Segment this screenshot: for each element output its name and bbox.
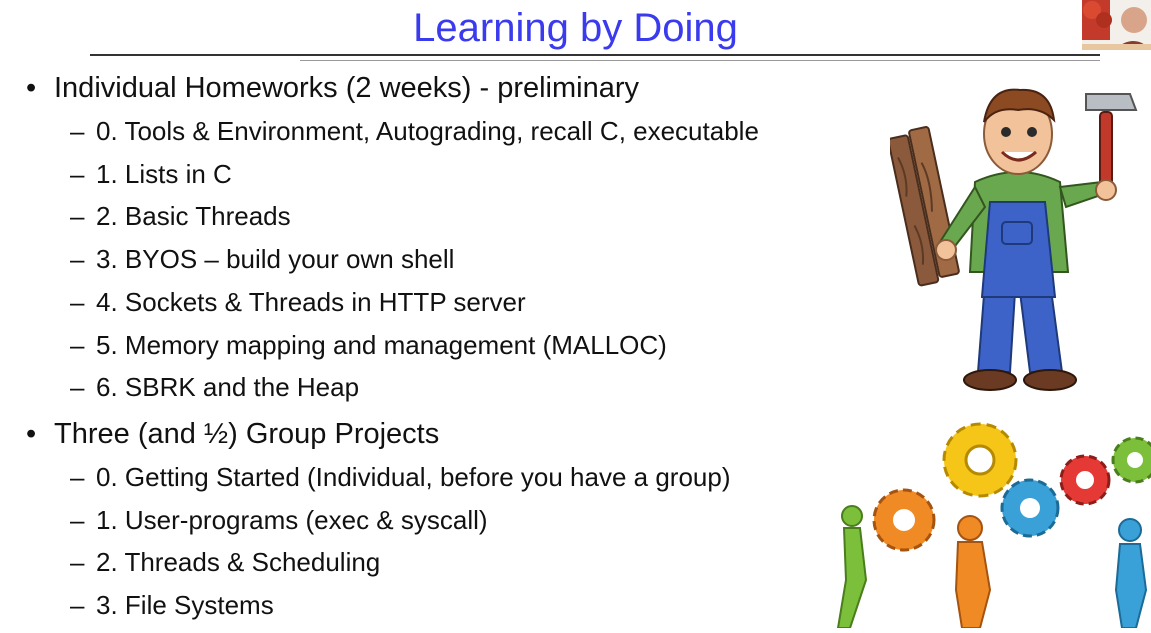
gears-teamwork-illustration: [830, 420, 1151, 629]
list-item: –3. File Systems: [70, 590, 274, 620]
list-item: –2. Basic Threads: [70, 201, 291, 231]
carpenter-illustration: [887, 72, 1140, 402]
list-item: –0. Tools & Environment, Autograding, re…: [70, 116, 759, 146]
section-heading-projects: • Three (and ½) Group Projects: [26, 418, 440, 450]
section-heading-text: Individual Homeworks (2 weeks) - prelimi…: [54, 72, 640, 104]
list-item: –6. SBRK and the Heap: [70, 372, 360, 402]
slide-title: Learning by Doing: [413, 6, 738, 50]
section-heading-homeworks: • Individual Homeworks (2 weeks) - prelim…: [26, 72, 640, 104]
section-heading-text: Three (and ½) Group Projects: [54, 418, 440, 450]
presenter-webcam: [1082, 0, 1151, 50]
list-item: –0. Getting Started (Individual, before …: [70, 462, 731, 492]
list-item: –4. Sockets & Threads in HTTP server: [70, 287, 526, 317]
list-item: –1. User-programs (exec & syscall): [70, 505, 488, 535]
list-item: –2. Threads & Scheduling: [70, 547, 381, 577]
title-divider-thin: [300, 60, 1100, 61]
title-divider: [90, 54, 1100, 56]
list-item: –5. Memory mapping and management (MALLO…: [70, 330, 667, 360]
list-item: –3. BYOS – build your own shell: [70, 244, 455, 274]
list-item: –1. Lists in C: [70, 159, 232, 189]
